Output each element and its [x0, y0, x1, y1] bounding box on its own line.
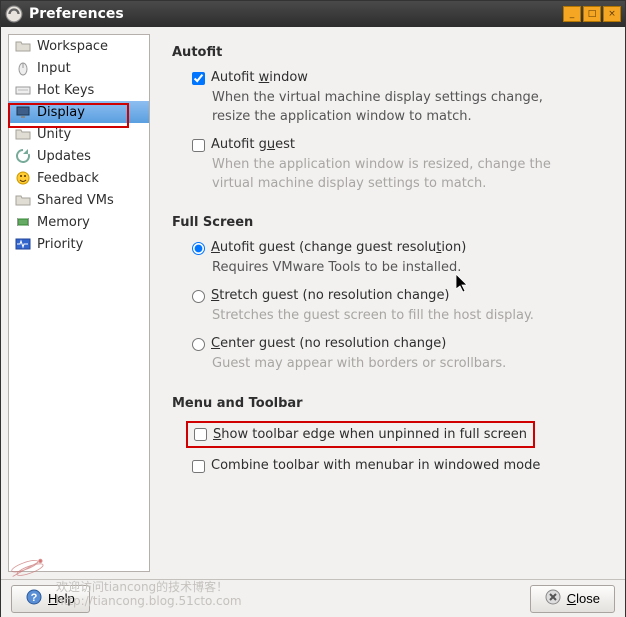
chip-icon: [15, 214, 31, 230]
autofit-window-help: When the virtual machine display setting…: [212, 89, 582, 127]
fs-stretch-radio[interactable]: [192, 290, 205, 303]
sidebar-item-display[interactable]: Display: [9, 101, 149, 123]
minimize-button[interactable]: _: [563, 6, 581, 22]
close-window-button[interactable]: ×: [603, 6, 621, 22]
keyboard-icon: [15, 82, 31, 98]
sidebar-item-sharedvms[interactable]: Shared VMs: [9, 189, 149, 211]
show-edge-highlight: Show toolbar edge when unpinned in full …: [186, 421, 535, 448]
help-button[interactable]: ? Help: [11, 585, 90, 613]
sidebar-item-label: Feedback: [37, 171, 99, 186]
sidebar-item-label: Memory: [37, 215, 90, 230]
fs-center-radio[interactable]: [192, 338, 205, 351]
monitor-icon: [15, 104, 31, 120]
autofit-window-row: Autofit window: [192, 70, 607, 85]
show-edge-checkbox[interactable]: [194, 428, 207, 441]
show-edge-label[interactable]: Show toolbar edge when unpinned in full …: [213, 427, 527, 442]
window-buttons: _ □ ×: [563, 6, 621, 22]
app-icon: [5, 5, 23, 23]
autofit-window-label[interactable]: Autofit window: [211, 70, 308, 85]
sidebar-item-label: Updates: [37, 149, 91, 164]
sidebar-item-label: Hot Keys: [37, 83, 94, 98]
section-menu-title: Menu and Toolbar: [172, 396, 607, 411]
combine-label[interactable]: Combine toolbar with menubar in windowed…: [211, 458, 540, 473]
help-icon: ?: [26, 589, 42, 608]
body: Workspace Input Hot Keys Display Unity U…: [1, 27, 625, 579]
sidebar-item-label: Unity: [37, 127, 71, 142]
close-label: Close: [567, 591, 600, 606]
autofit-guest-row: Autofit guest: [192, 137, 607, 152]
fs-autofit-row: Autofit guest (change guest resolution): [192, 240, 607, 255]
sidebar-item-label: Workspace: [37, 39, 108, 54]
refresh-icon: [15, 148, 31, 164]
fs-autofit-help: Requires VMware Tools to be installed.: [212, 259, 582, 278]
window-title: Preferences: [29, 6, 563, 22]
fs-autofit-label[interactable]: Autofit guest (change guest resolution): [211, 240, 466, 255]
sidebar-item-hotkeys[interactable]: Hot Keys: [9, 79, 149, 101]
sidebar-item-label: Display: [37, 105, 85, 120]
maximize-button[interactable]: □: [583, 6, 601, 22]
combine-row: Combine toolbar with menubar in windowed…: [192, 458, 607, 473]
sidebar-item-label: Priority: [37, 237, 83, 252]
sidebar-item-input[interactable]: Input: [9, 57, 149, 79]
autofit-window-checkbox[interactable]: [192, 72, 205, 85]
fs-center-row: Center guest (no resolution change): [192, 336, 607, 351]
sidebar-item-unity[interactable]: Unity: [9, 123, 149, 145]
fs-stretch-label[interactable]: Stretch guest (no resolution change): [211, 288, 450, 303]
svg-text:?: ?: [31, 592, 38, 604]
section-autofit-title: Autofit: [172, 45, 607, 60]
close-button[interactable]: Close: [530, 585, 615, 613]
sidebar-item-workspace[interactable]: Workspace: [9, 35, 149, 57]
fs-center-help: Guest may appear with borders or scrollb…: [212, 355, 582, 374]
sidebar-item-feedback[interactable]: Feedback: [9, 167, 149, 189]
autofit-guest-checkbox[interactable]: [192, 139, 205, 152]
help-label: Help: [48, 591, 75, 606]
sidebar-item-updates[interactable]: Updates: [9, 145, 149, 167]
folder-icon: [15, 192, 31, 208]
titlebar: Preferences _ □ ×: [1, 1, 625, 27]
autofit-guest-help: When the application window is resized, …: [212, 156, 582, 194]
fs-stretch-row: Stretch guest (no resolution change): [192, 288, 607, 303]
folder-icon: [15, 38, 31, 54]
content-pane: Autofit Autofit window When the virtual …: [150, 27, 625, 579]
sidebar: Workspace Input Hot Keys Display Unity U…: [8, 34, 150, 572]
sidebar-item-priority[interactable]: Priority: [9, 233, 149, 255]
mouse-icon: [15, 60, 31, 76]
close-icon: [545, 589, 561, 608]
sidebar-item-label: Shared VMs: [37, 193, 114, 208]
fs-center-label[interactable]: Center guest (no resolution change): [211, 336, 446, 351]
fs-stretch-help: Stretches the guest screen to fill the h…: [212, 307, 582, 326]
section-fullscreen-title: Full Screen: [172, 215, 607, 230]
autofit-guest-label[interactable]: Autofit guest: [211, 137, 295, 152]
sidebar-item-label: Input: [37, 61, 71, 76]
combine-checkbox[interactable]: [192, 460, 205, 473]
footer: ? Help Close 欢迎访问tiancong的技术博客！ http://t…: [1, 579, 625, 617]
sidebar-item-memory[interactable]: Memory: [9, 211, 149, 233]
fs-autofit-radio[interactable]: [192, 242, 205, 255]
pulse-icon: [15, 236, 31, 252]
folder-icon: [15, 126, 31, 142]
smiley-icon: [15, 170, 31, 186]
